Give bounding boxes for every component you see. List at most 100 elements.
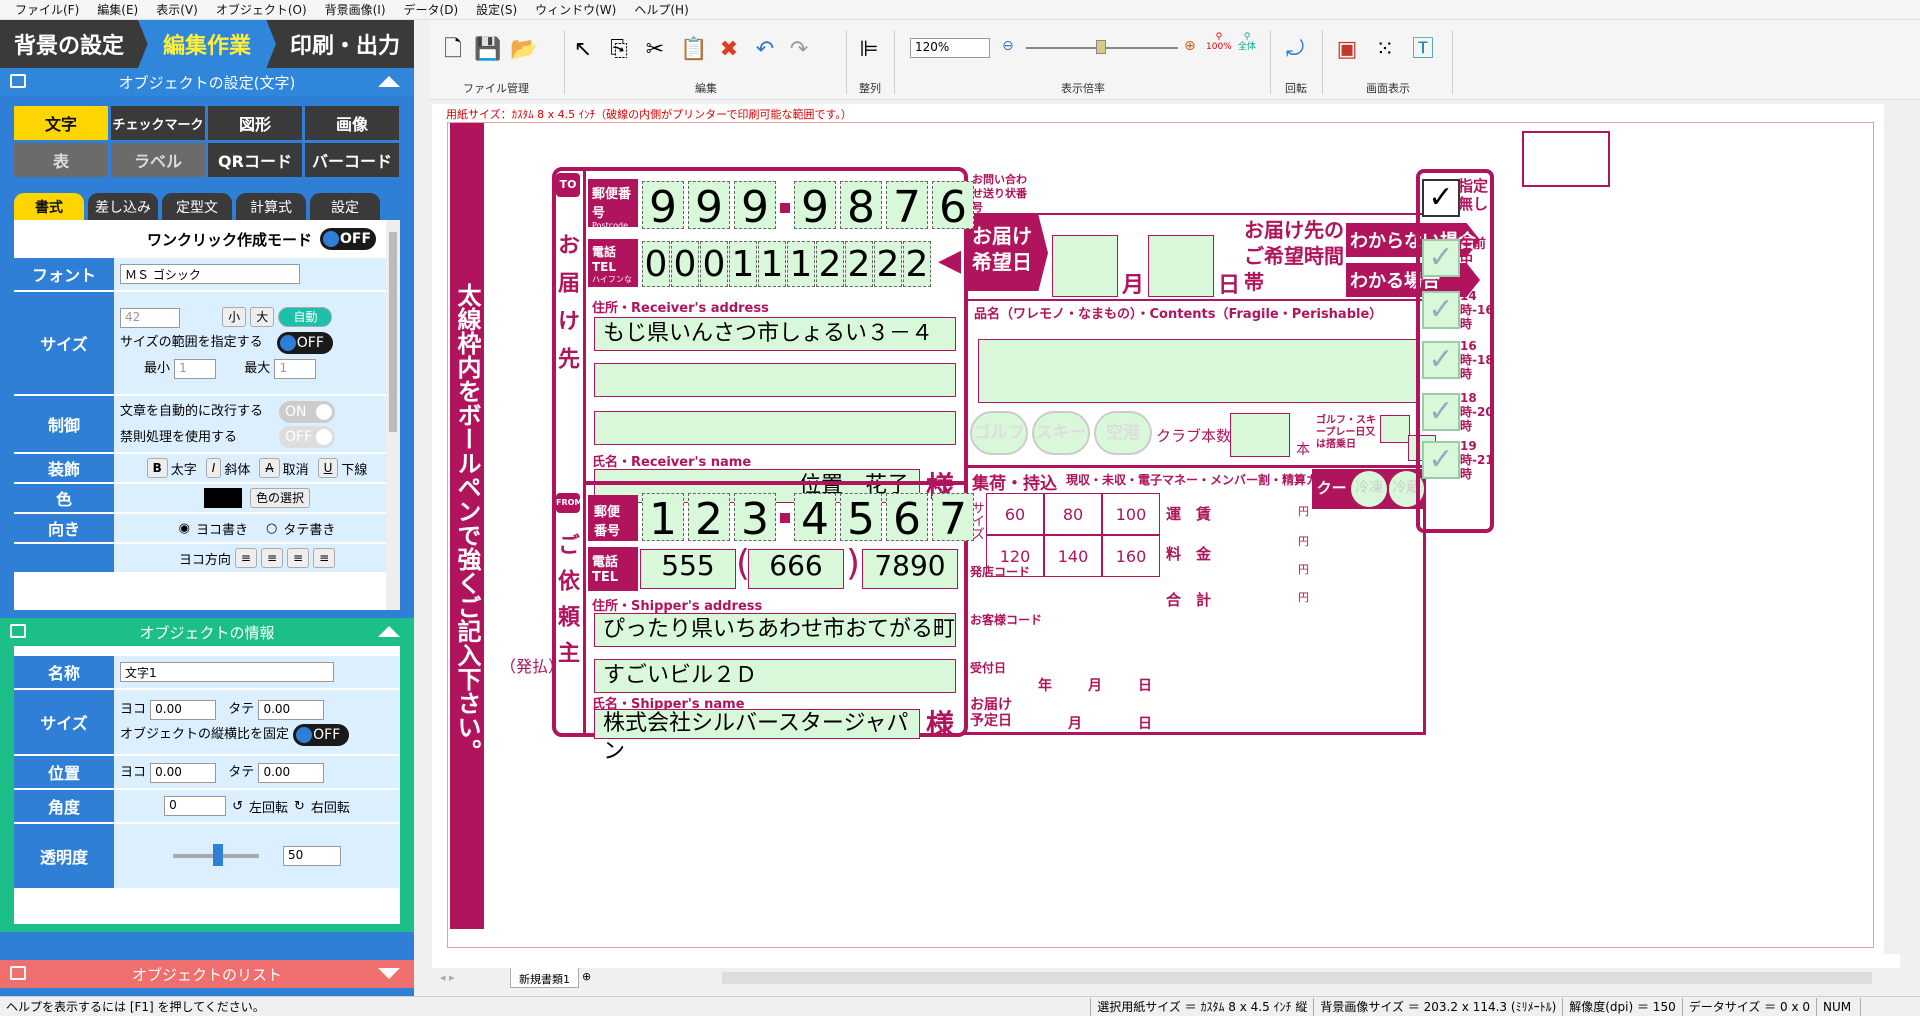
zoom-select[interactable]: 120% — [910, 38, 990, 58]
check-t2-icon[interactable]: ✓ — [1422, 341, 1460, 379]
expand-down-icon[interactable] — [378, 968, 400, 979]
object-info-header[interactable]: オブジェクトの情報 — [0, 618, 414, 646]
to-address-line1[interactable]: もじ県いんさつ市しょるい３－４ — [594, 317, 956, 351]
check-t1-icon[interactable]: ✓ — [1422, 291, 1460, 329]
rotate-left-icon[interactable]: ↺ — [232, 799, 243, 814]
menu-view[interactable]: 表示(V) — [156, 1, 198, 18]
objtab-shape[interactable]: 図形 — [208, 106, 302, 140]
rotate-right-icon[interactable]: ↻ — [294, 799, 305, 814]
subtab-settings[interactable]: 設定 — [310, 193, 380, 220]
club-count-field[interactable] — [1230, 413, 1290, 457]
max-input[interactable]: 1 — [274, 358, 317, 379]
step-edit[interactable]: 編集作業 — [138, 20, 276, 68]
align-center-icon[interactable]: ≡ — [260, 548, 283, 568]
rotate-icon[interactable]: ⤾ — [1282, 36, 1308, 64]
contents-field[interactable] — [978, 339, 1418, 403]
menu-settings[interactable]: 設定(S) — [476, 1, 517, 18]
from-tel-2[interactable]: 666 — [748, 549, 844, 589]
ski-button[interactable]: スキー — [1032, 411, 1090, 455]
to-zip-digit[interactable]: 9 — [642, 181, 684, 233]
pointer-icon[interactable]: ↖ — [570, 36, 596, 64]
object-list-header[interactable]: オブジェクトのリスト — [0, 960, 414, 988]
italic-icon[interactable]: I — [205, 458, 222, 478]
to-tel-digit[interactable]: 0 — [642, 241, 670, 287]
zoom-100-icon[interactable]: ⚲ 100% — [1206, 32, 1232, 52]
alpha-slider[interactable] — [173, 844, 259, 866]
text-frame-icon[interactable]: 🅃 — [1410, 36, 1436, 64]
objtab-text[interactable]: 文字 — [14, 106, 108, 140]
undo-icon[interactable]: ↶ — [752, 36, 778, 64]
redo-icon[interactable]: ↷ — [786, 36, 812, 64]
from-tel-1[interactable]: 555 — [640, 549, 736, 589]
to-tel-digit[interactable]: 1 — [787, 241, 815, 287]
menu-background[interactable]: 背景画像(I) — [325, 1, 386, 18]
to-tel-digit[interactable]: 1 — [758, 241, 786, 287]
step-background[interactable]: 背景の設定 — [0, 20, 138, 68]
objtab-table[interactable]: 表 — [14, 143, 108, 177]
zoom-all-icon[interactable]: ⚲ 全体 — [1238, 32, 1256, 52]
to-zip-digit[interactable]: 9 — [794, 181, 836, 233]
from-zip-digit[interactable]: 3 — [734, 493, 776, 545]
objtab-check[interactable]: チェックマーク — [111, 106, 205, 140]
objtab-qrcode[interactable]: QRコード — [208, 143, 302, 177]
paper-frame-icon[interactable]: ▣ — [1334, 36, 1360, 64]
subtab-format[interactable]: 書式 — [14, 193, 84, 220]
subtab-formula[interactable]: 計算式 — [236, 193, 306, 220]
objtab-image[interactable]: 画像 — [305, 106, 399, 140]
from-zip-digit[interactable]: 7 — [932, 493, 974, 545]
angle-input[interactable]: 0 — [164, 796, 227, 816]
align-justify-icon[interactable]: ≡ — [313, 548, 336, 568]
ratio-toggle[interactable]: OFF — [293, 723, 350, 746]
objtab-label[interactable]: ラベル — [111, 143, 205, 177]
check-gozen-icon[interactable]: ✓ — [1422, 239, 1460, 277]
oneclick-toggle[interactable]: OFF — [320, 228, 376, 250]
size-small-button[interactable]: 小 — [222, 307, 247, 328]
align-right-icon[interactable]: ≡ — [287, 548, 310, 568]
size-cell[interactable]: 100 — [1102, 493, 1160, 535]
strike-icon[interactable]: A — [259, 458, 280, 478]
x-input[interactable]: 0.00 — [150, 763, 217, 783]
objtab-barcode[interactable]: バーコード — [305, 143, 399, 177]
size-auto-button[interactable]: 自動 — [278, 307, 333, 328]
size-cell[interactable]: 160 — [1102, 535, 1160, 577]
to-tel-digit[interactable]: 2 — [874, 241, 902, 287]
menu-data[interactable]: データ(D) — [404, 1, 459, 18]
width-input[interactable]: 0.00 — [150, 700, 217, 721]
to-address-line2[interactable] — [594, 363, 956, 397]
to-address-line3[interactable] — [594, 411, 956, 445]
size-cell[interactable]: 120 — [986, 535, 1044, 577]
object-settings-header[interactable]: オブジェクトの設定(文字) — [0, 68, 414, 96]
size-select[interactable]: 42 — [120, 308, 180, 329]
alpha-input[interactable]: 50 — [283, 846, 341, 866]
name-input[interactable]: 文字1 — [120, 662, 334, 682]
color-select-button[interactable]: 色の選択 — [249, 488, 310, 508]
tab-scroll-icon[interactable]: ◂ ▸ — [440, 971, 455, 984]
reito-button[interactable]: 冷凍 — [1351, 471, 1387, 507]
to-zip-digit[interactable]: 7 — [886, 181, 928, 233]
wish-day-field[interactable] — [1148, 235, 1214, 297]
cut-icon[interactable]: ✂ — [642, 36, 668, 64]
kinsoku-toggle[interactable]: OFF — [279, 426, 336, 448]
from-zip-digit[interactable]: 1 — [642, 493, 684, 545]
to-tel-digit[interactable]: 0 — [700, 241, 728, 287]
subtab-template[interactable]: 定型文 — [162, 193, 232, 220]
collapse-up-icon[interactable] — [378, 76, 400, 87]
to-tel-digit[interactable]: 1 — [729, 241, 757, 287]
to-zip-digit[interactable]: 9 — [734, 181, 776, 233]
step-print[interactable]: 印刷・出力 — [276, 20, 414, 68]
to-zip-digit[interactable]: 6 — [932, 181, 974, 233]
delete-icon[interactable]: ✖ — [716, 36, 742, 64]
from-zip-digit[interactable]: 6 — [886, 493, 928, 545]
size-cell[interactable]: 140 — [1044, 535, 1102, 577]
radio-vertical-icon[interactable]: ○ — [266, 521, 277, 536]
zoom-slider-thumb[interactable] — [1096, 40, 1106, 54]
size-cell[interactable]: 80 — [1044, 493, 1102, 535]
to-tel-digit[interactable]: 2 — [816, 241, 844, 287]
zoom-out-icon[interactable]: ⊖ — [1002, 38, 1014, 54]
airport-button[interactable]: 空港 — [1094, 411, 1152, 455]
menu-help[interactable]: ヘルプ(H) — [634, 1, 688, 18]
min-input[interactable]: 1 — [174, 358, 217, 379]
from-zip-digit[interactable]: 5 — [840, 493, 882, 545]
height-input[interactable]: 0.00 — [258, 700, 325, 721]
check-t3-icon[interactable]: ✓ — [1422, 393, 1460, 431]
